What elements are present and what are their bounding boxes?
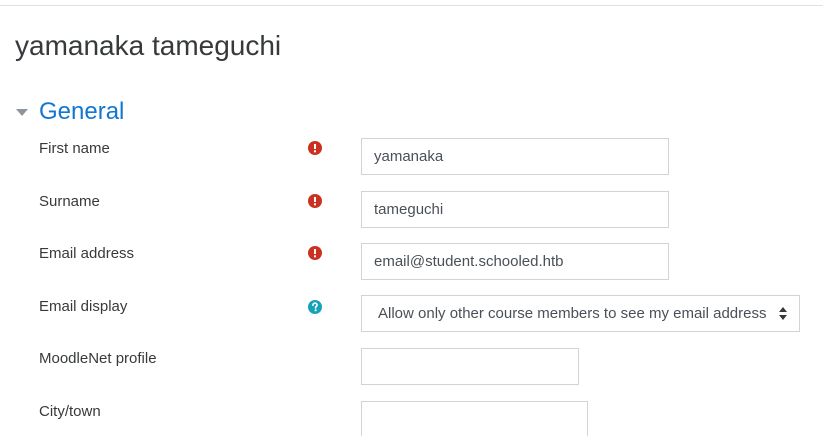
page-title: yamanaka tameguchi [15, 30, 282, 61]
top-divider [0, 5, 823, 6]
first-name-label: First name [39, 140, 110, 157]
city-town-label: City/town [39, 403, 101, 420]
email-display-select[interactable]: Allow only other course members to see m… [361, 295, 800, 332]
collapse-caret-icon [16, 109, 28, 116]
required-icon [308, 246, 322, 260]
moodlenet-profile-label: MoodleNet profile [39, 350, 157, 367]
email-display-selected-value: Allow only other course members to see m… [378, 305, 767, 322]
required-icon [308, 141, 322, 155]
edit-profile-page: yamanaka tameguchi General First name ya… [0, 0, 823, 436]
section-title: General [39, 98, 125, 125]
email-display-label: Email display [39, 298, 128, 315]
email-input[interactable]: email@student.schooled.htb [361, 243, 669, 280]
first-name-input[interactable]: yamanaka [361, 138, 669, 175]
required-icon [308, 194, 322, 208]
surname-input[interactable]: tameguchi [361, 191, 669, 228]
email-label: Email address [39, 245, 135, 262]
surname-label: Surname [39, 193, 100, 210]
select-arrows-icon [779, 307, 787, 320]
general-section-toggle[interactable]: General [16, 96, 124, 128]
moodlenet-profile-input[interactable] [361, 348, 579, 385]
help-icon[interactable] [308, 300, 322, 314]
city-town-input[interactable] [361, 401, 588, 436]
